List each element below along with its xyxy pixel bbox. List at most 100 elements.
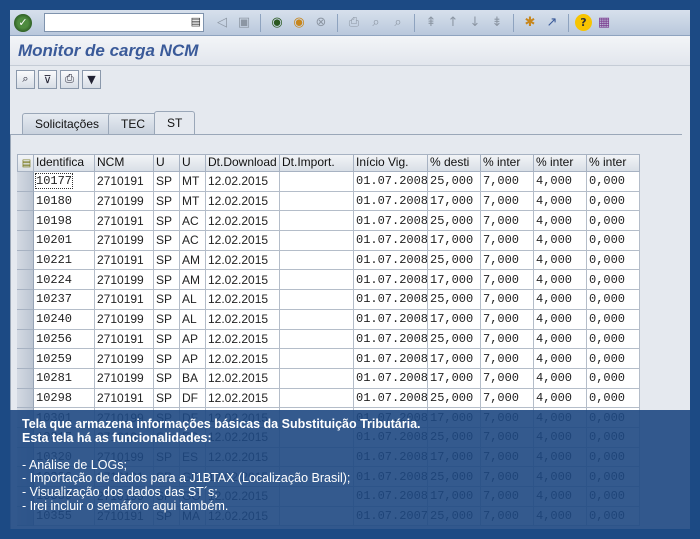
print-icon[interactable]: ⎙: [60, 69, 79, 89]
table-cell[interactable]: [280, 309, 354, 330]
table-cell[interactable]: 01.07.2008: [354, 309, 428, 330]
table-row[interactable]: 10180 2710199 SP MT 12.02.2015 01.07.2008 17,0…: [17, 191, 640, 212]
table-cell[interactable]: 0,000: [587, 329, 640, 350]
table-cell[interactable]: 2710199: [95, 309, 154, 330]
table-cell[interactable]: 0,000: [587, 211, 640, 232]
table-cell[interactable]: 4,000: [534, 309, 587, 330]
command-history-icon[interactable]: ▤: [191, 15, 201, 28]
table-cell[interactable]: 10256: [34, 329, 95, 350]
table-cell[interactable]: 12.02.2015: [206, 211, 280, 232]
table-cell[interactable]: 01.07.2008: [354, 270, 428, 291]
table-cell[interactable]: MT: [180, 191, 206, 212]
table-cell[interactable]: 12.02.2015: [206, 388, 280, 409]
table-cell[interactable]: 25,000: [428, 290, 481, 310]
row-selector[interactable]: [17, 211, 34, 232]
table-cell[interactable]: [280, 368, 354, 389]
column-header[interactable]: Início Vig.: [354, 154, 428, 172]
column-header[interactable]: Dt.Import.: [280, 154, 354, 172]
table-cell[interactable]: SP: [154, 270, 180, 291]
column-header[interactable]: U: [180, 154, 206, 172]
previous-page-icon[interactable]: ↑: [443, 13, 463, 33]
table-cell[interactable]: AL: [180, 290, 206, 310]
table-cell[interactable]: 10201: [34, 231, 95, 251]
table-cell[interactable]: 7,000: [481, 368, 534, 389]
table-cell[interactable]: 17,000: [428, 309, 481, 330]
table-cell[interactable]: DF: [180, 388, 206, 409]
table-cell[interactable]: 10240: [34, 309, 95, 330]
table-cell[interactable]: 4,000: [534, 290, 587, 310]
table-cell[interactable]: 7,000: [481, 172, 534, 192]
layout-icon[interactable]: ▼: [82, 69, 101, 89]
table-cell[interactable]: 17,000: [428, 270, 481, 291]
table-cell[interactable]: SP: [154, 290, 180, 310]
table-cell[interactable]: 4,000: [534, 211, 587, 232]
exit-icon[interactable]: ◉: [289, 13, 309, 33]
table-cell[interactable]: 17,000: [428, 191, 481, 212]
table-cell[interactable]: 4,000: [534, 172, 587, 192]
table-cell[interactable]: SP: [154, 191, 180, 212]
table-cell[interactable]: 0,000: [587, 290, 640, 310]
table-cell[interactable]: 10259: [34, 349, 95, 369]
table-cell[interactable]: SP: [154, 211, 180, 232]
table-cell[interactable]: 01.07.2008: [354, 191, 428, 212]
table-cell[interactable]: 2710191: [95, 329, 154, 350]
table-cell[interactable]: 7,000: [481, 191, 534, 212]
table-cell[interactable]: 4,000: [534, 270, 587, 291]
command-field[interactable]: ▤: [44, 13, 204, 32]
table-cell[interactable]: AM: [180, 270, 206, 291]
table-cell[interactable]: 7,000: [481, 388, 534, 409]
table-cell[interactable]: 17,000: [428, 368, 481, 389]
table-cell[interactable]: 4,000: [534, 388, 587, 409]
table-cell[interactable]: 12.02.2015: [206, 329, 280, 350]
table-cell[interactable]: 2710199: [95, 368, 154, 389]
table-cell[interactable]: AP: [180, 349, 206, 369]
table-row[interactable]: 10237 2710191 SP AL 12.02.2015 01.07.2008 25,0…: [17, 290, 640, 310]
table-cell[interactable]: [280, 388, 354, 409]
print-icon[interactable]: ⎙: [344, 13, 364, 33]
column-header[interactable]: % inter: [587, 154, 640, 172]
table-cell[interactable]: 2710199: [95, 191, 154, 212]
table-cell[interactable]: AC: [180, 231, 206, 251]
table-cell[interactable]: 0,000: [587, 250, 640, 271]
table-cell[interactable]: 0,000: [587, 368, 640, 389]
table-cell[interactable]: 25,000: [428, 329, 481, 350]
table-cell[interactable]: 25,000: [428, 388, 481, 409]
tab-solicitacoes[interactable]: Solicitações: [22, 113, 113, 134]
table-cell[interactable]: 0,000: [587, 388, 640, 409]
row-selector[interactable]: [17, 349, 34, 369]
table-cell[interactable]: 7,000: [481, 329, 534, 350]
row-selector[interactable]: [17, 250, 34, 271]
table-cell[interactable]: [280, 290, 354, 310]
next-page-icon[interactable]: ↓: [465, 13, 485, 33]
table-cell[interactable]: AC: [180, 211, 206, 232]
details-icon[interactable]: ⌕: [16, 69, 35, 89]
table-cell[interactable]: SP: [154, 349, 180, 369]
row-selector[interactable]: [17, 172, 34, 192]
cancel-icon[interactable]: ⊗: [311, 13, 331, 33]
table-cell[interactable]: AM: [180, 250, 206, 271]
table-cell[interactable]: SP: [154, 388, 180, 409]
table-cell[interactable]: 10237: [34, 290, 95, 310]
table-cell[interactable]: 12.02.2015: [206, 191, 280, 212]
table-cell[interactable]: 12.02.2015: [206, 270, 280, 291]
table-cell[interactable]: 7,000: [481, 290, 534, 310]
table-cell[interactable]: 12.02.2015: [206, 349, 280, 369]
table-cell[interactable]: [280, 191, 354, 212]
last-page-icon[interactable]: ⇟: [487, 13, 507, 33]
row-selector[interactable]: [17, 290, 34, 310]
table-row[interactable]: 10221 2710191 SP AM 12.02.2015 01.07.2008 25,0…: [17, 250, 640, 271]
table-cell[interactable]: 01.07.2008: [354, 388, 428, 409]
table-cell[interactable]: 2710199: [95, 231, 154, 251]
save-icon[interactable]: ▣: [234, 13, 254, 33]
table-cell[interactable]: 10180: [34, 191, 95, 212]
table-cell[interactable]: AP: [180, 329, 206, 350]
shortcut-icon[interactable]: ↗: [542, 13, 562, 33]
table-cell[interactable]: 01.07.2008: [354, 329, 428, 350]
table-cell[interactable]: 10298: [34, 388, 95, 409]
table-cell[interactable]: 7,000: [481, 309, 534, 330]
table-cell[interactable]: 4,000: [534, 231, 587, 251]
table-cell[interactable]: 0,000: [587, 309, 640, 330]
table-cell[interactable]: 4,000: [534, 368, 587, 389]
column-header[interactable]: % inter: [481, 154, 534, 172]
table-cell[interactable]: 2710199: [95, 270, 154, 291]
